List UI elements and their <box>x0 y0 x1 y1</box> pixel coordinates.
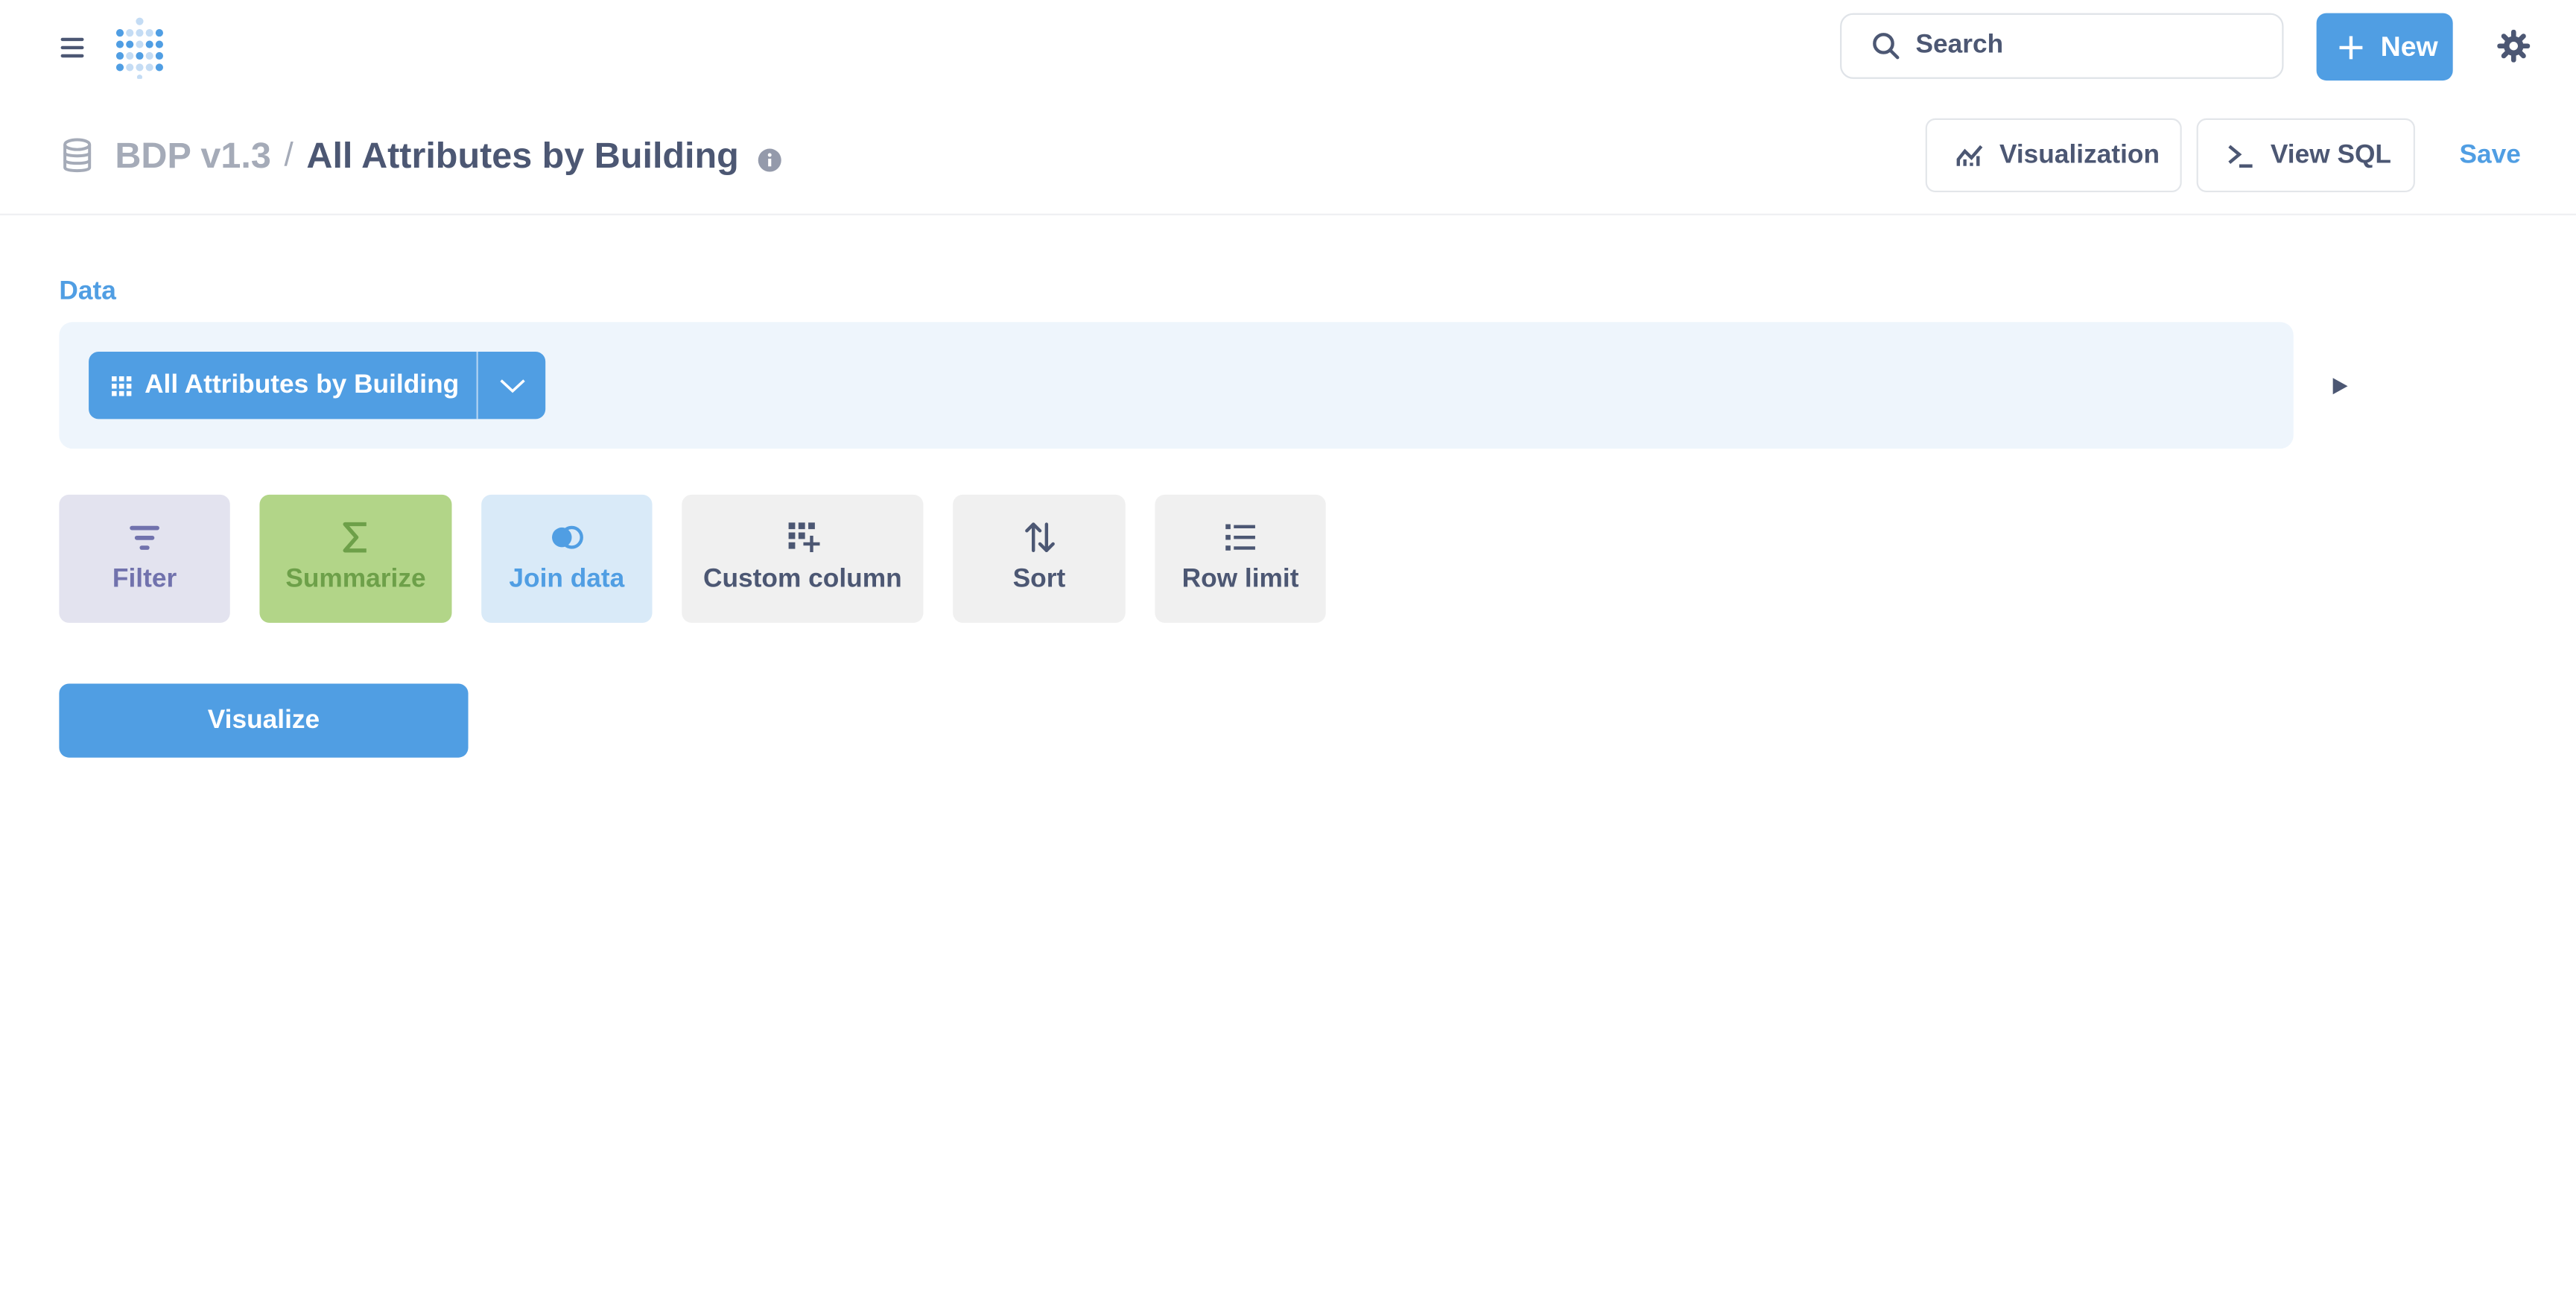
add-column-icon <box>787 522 819 553</box>
custom-column-action-label: Custom column <box>703 565 902 594</box>
breadcrumb: BDP v1.3 / All Attributes by Building <box>115 131 781 180</box>
source-table-button[interactable]: All Attributes by Building <box>89 352 477 419</box>
source-table-name: All Attributes by Building <box>145 370 460 399</box>
view-sql-button[interactable]: View SQL <box>2196 118 2415 193</box>
view-sql-button-label: View SQL <box>2270 140 2391 169</box>
preview-play-icon[interactable] <box>2328 373 2351 399</box>
table-grid-icon <box>111 375 132 396</box>
visualization-button[interactable]: Visualization <box>1925 118 2182 193</box>
search-icon <box>1873 33 1900 60</box>
new-button[interactable]: New <box>2316 13 2453 81</box>
line-chart-icon <box>1956 144 1983 165</box>
filter-action-label: Filter <box>112 565 177 594</box>
filter-action[interactable]: Filter <box>59 494 230 623</box>
join-data-action-label: Join data <box>509 565 625 594</box>
metabase-logo-icon[interactable] <box>112 16 168 79</box>
sort-action-label: Sort <box>1012 565 1066 594</box>
sort-icon <box>1024 522 1054 553</box>
join-data-action[interactable]: Join data <box>481 494 653 623</box>
visualization-button-label: Visualization <box>1999 140 2160 169</box>
sigma-icon <box>342 522 366 553</box>
row-limit-action[interactable]: Row limit <box>1155 494 1326 623</box>
sidebar-toggle-button[interactable] <box>56 31 89 64</box>
breadcrumb-separator: / <box>284 137 294 174</box>
terminal-icon <box>2228 144 2253 167</box>
join-icon <box>552 525 583 549</box>
source-table-picker: All Attributes by Building <box>89 351 547 420</box>
header-divider <box>0 213 2576 215</box>
summarize-action[interactable]: Summarize <box>259 494 452 623</box>
search-input[interactable] <box>1915 31 2245 61</box>
save-button[interactable]: Save <box>2459 142 2520 171</box>
custom-column-action[interactable]: Custom column <box>682 494 924 623</box>
data-step-panel: All Attributes by Building <box>59 322 2294 449</box>
database-icon <box>63 138 92 173</box>
gear-icon[interactable] <box>2497 29 2531 63</box>
chevron-down-icon <box>500 379 525 393</box>
list-icon <box>1225 524 1255 551</box>
breadcrumb-database[interactable]: BDP v1.3 <box>115 135 270 177</box>
sort-action[interactable]: Sort <box>953 494 1126 623</box>
search-bar[interactable] <box>1840 13 2284 79</box>
info-icon[interactable] <box>757 147 781 171</box>
visualize-button[interactable]: Visualize <box>59 683 469 758</box>
plus-icon <box>2339 35 2363 59</box>
new-button-label: New <box>2380 30 2438 62</box>
data-step-label: Data <box>59 277 116 306</box>
source-table-dropdown[interactable] <box>477 351 546 420</box>
filter-icon <box>130 525 159 550</box>
page-title: All Attributes by Building <box>306 134 739 176</box>
summarize-action-label: Summarize <box>285 565 426 594</box>
row-limit-action-label: Row limit <box>1181 565 1299 594</box>
